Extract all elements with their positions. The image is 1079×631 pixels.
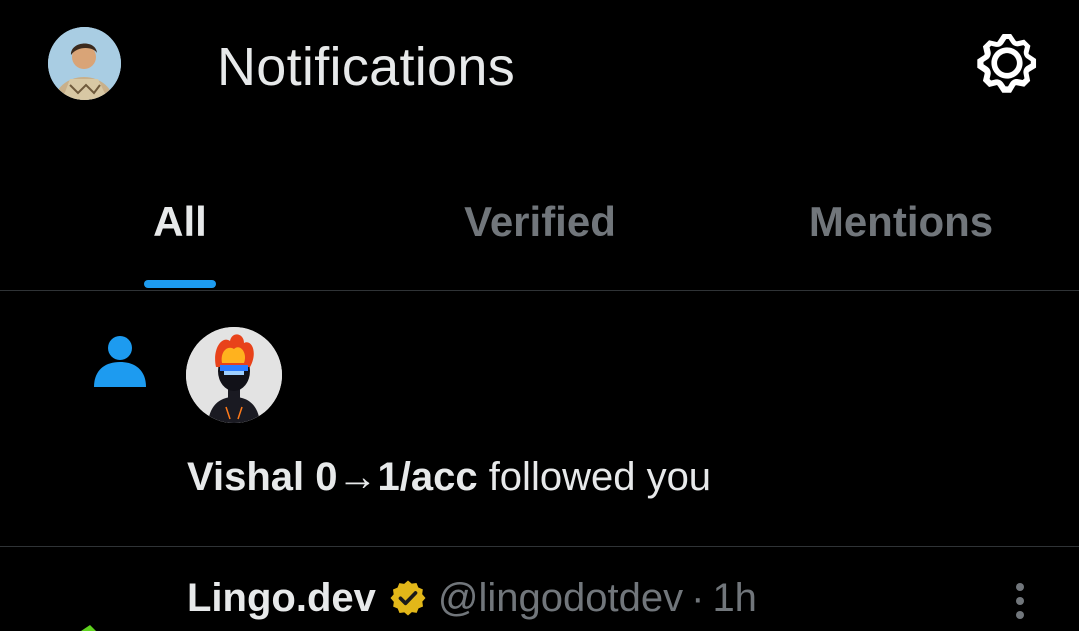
tab-label: Mentions <box>808 198 994 245</box>
profile-avatar[interactable] <box>48 27 121 100</box>
post-author-avatar[interactable] <box>60 613 130 631</box>
tab-label: Verified <box>464 198 616 245</box>
top-app-bar: Notifications <box>0 0 1079 136</box>
follow-notification[interactable]: Vishal 0→1/acc followed you <box>0 291 1079 546</box>
active-tab-indicator <box>144 280 216 288</box>
notification-action: followed you <box>477 455 712 499</box>
notification-text: Vishal 0→1/acc followed you <box>187 447 711 507</box>
post-timestamp: 1h <box>712 575 757 620</box>
follower-avatar-image <box>186 327 282 423</box>
follower-name[interactable]: Vishal 0→1/acc <box>187 455 478 499</box>
post-header: Lingo.dev @lingodotdev · 1h <box>187 573 757 623</box>
person-icon <box>92 333 148 389</box>
profile-avatar-image <box>48 27 121 100</box>
more-vertical-icon[interactable] <box>1000 577 1040 625</box>
tab-mentions[interactable]: Mentions <box>790 180 1012 290</box>
follower-avatar[interactable] <box>186 327 282 423</box>
verified-badge-icon <box>390 580 426 616</box>
page-title: Notifications <box>217 37 516 97</box>
tab-verified[interactable]: Verified <box>440 180 640 290</box>
post-notification[interactable]: Lingo.dev @lingodotdev · 1h <box>0 547 1079 631</box>
gear-icon[interactable] <box>973 29 1041 97</box>
post-author-name[interactable]: Lingo.dev <box>187 576 376 621</box>
post-author-handle: @lingodotdev <box>437 575 684 620</box>
separator-dot: · <box>691 575 705 620</box>
notifications-screen: Notifications All Verified Mentions Vish… <box>0 0 1079 631</box>
notification-tabs: All Verified Mentions <box>0 180 1079 290</box>
tab-all[interactable]: All <box>130 180 230 290</box>
tab-label: All <box>153 198 207 245</box>
